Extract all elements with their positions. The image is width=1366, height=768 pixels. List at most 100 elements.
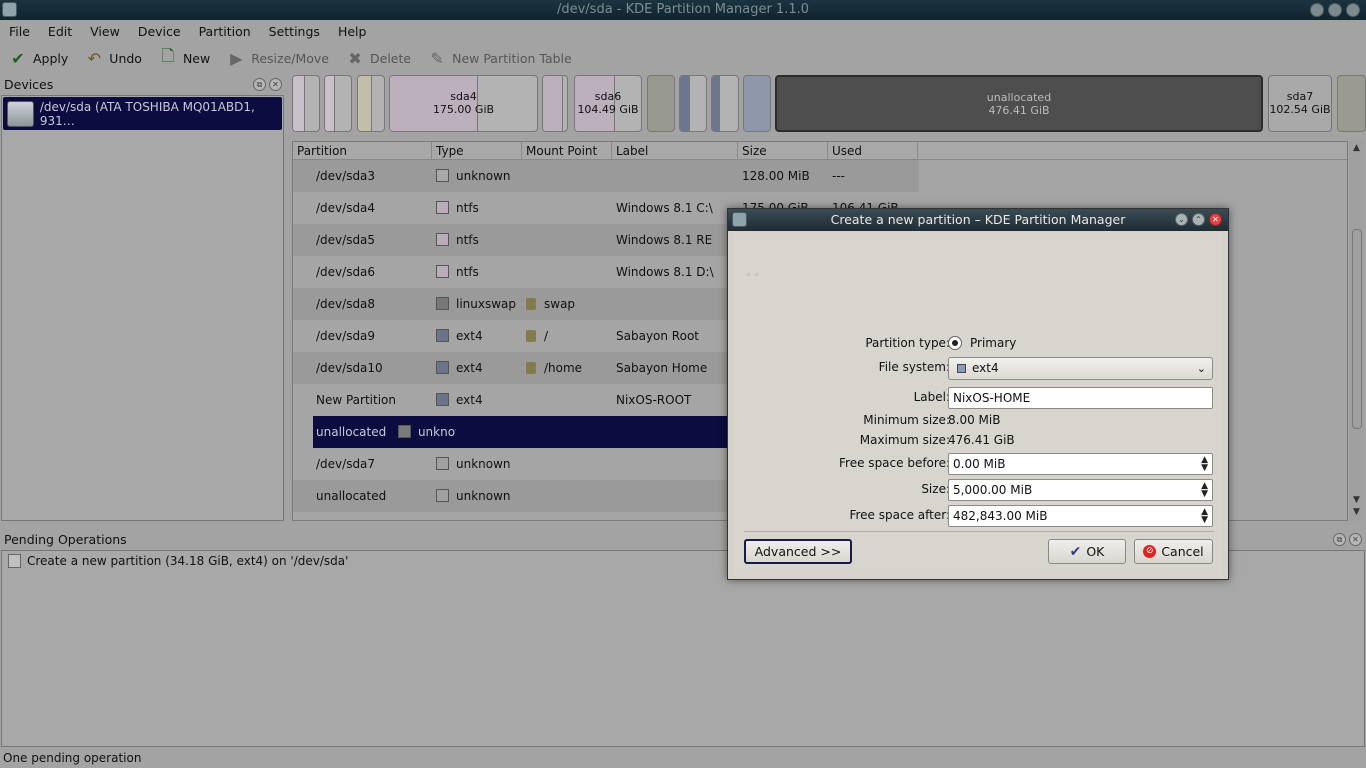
map-segment[interactable] [1337,75,1366,132]
map-segment[interactable] [711,75,739,132]
file-system-select[interactable]: ext4 ⌄ [948,357,1213,380]
maximize-button[interactable] [1328,3,1342,17]
map-segment[interactable] [679,75,707,132]
cell-partition: /dev/sda8 [316,297,376,311]
cell-label: Windows 8.1 C:\ [616,201,713,215]
float-panel-icon[interactable]: ⧉ [1333,533,1346,546]
cell-label: Sabayon Home [616,361,708,375]
menu-help[interactable]: Help [329,24,376,39]
size-spinbox[interactable]: 5,000.00 MiB ▲ ▼ [948,479,1213,501]
partition-table-icon: ✎ [430,48,444,68]
toolbar: ✔ Apply ↶ Undo 🗋 New ▶ Resize/Move ✖ Del… [0,44,580,72]
free-space-before-row: Free space before: 0.00 MiB ▲ ▼ [734,453,1222,475]
column-size[interactable]: Size [738,142,828,160]
partition-table-header: Partition Type Mount Point Label Size Us… [293,142,1347,160]
minimize-button[interactable] [1310,3,1324,17]
table-row[interactable]: /dev/sda3 unknown 128.00 MiB --- [293,160,919,192]
close-button[interactable] [1346,3,1360,17]
column-type[interactable]: Type [432,142,522,160]
free-space-after-row: Free space after: 482,843.00 MiB ▲ ▼ [734,505,1222,527]
cell-label: NixOS-ROOT [616,393,692,407]
new-button[interactable]: 🗋 New [150,45,218,71]
devices-list: /dev/sda (ATA TOSHIBA MQ01ABD1, 931… [1,95,284,521]
close-panel-icon[interactable]: ✕ [1349,533,1362,546]
spin-arrows-icon[interactable]: ▲ ▼ [1201,456,1208,473]
map-segment[interactable] [292,75,320,132]
device-item-sda[interactable]: /dev/sda (ATA TOSHIBA MQ01ABD1, 931… [3,97,282,130]
column-mount-point[interactable]: Mount Point [522,142,612,160]
primary-radio[interactable]: Primary [948,336,1016,350]
filesystem-color-icon [436,329,449,342]
cell-partition: /dev/sda9 [316,329,376,343]
hard-disk-icon [7,100,34,127]
map-segment[interactable] [647,75,675,132]
cell-type: ext4 [432,393,522,407]
dialog-titlebar: Create a new partition – KDE Partition M… [728,209,1228,231]
menu-edit[interactable]: Edit [39,24,81,39]
menu-settings[interactable]: Settings [260,24,329,39]
cell-used: --- [832,169,845,183]
map-segment[interactable] [542,75,568,132]
chevron-up-icon[interactable]: ⌃ [1192,213,1205,226]
close-icon[interactable]: ✕ [1209,213,1222,226]
app-icon[interactable] [732,212,747,227]
cell-type: ntfs [432,201,522,215]
free-space-before-spinbox[interactable]: 0.00 MiB ▲ ▼ [948,453,1213,475]
chevron-down-icon[interactable]: ⌄ [1175,213,1188,226]
cell-mount: /home [522,361,612,375]
new-document-icon: 🗋 [161,45,175,65]
filesystem-color-icon [436,201,449,214]
new-document-icon [8,554,21,568]
map-segment-sda6[interactable]: sda6 104.49 GiB [574,75,642,132]
filesystem-color-icon [436,457,449,470]
cell-mount: / [522,329,612,343]
delete-button[interactable]: ✖ Delete [337,45,419,71]
spin-arrows-icon[interactable]: ▲ ▼ [1201,508,1208,525]
table-row[interactable]: unallocated unknown [313,416,727,448]
lock-icon [526,298,536,310]
cell-size: 128.00 MiB [742,169,810,183]
delete-icon: ✖ [348,48,362,68]
map-segment-sda4[interactable]: sda4 175.00 GiB [389,75,538,132]
apply-button[interactable]: ✔ Apply [0,45,76,71]
cell-partition: unallocated [316,489,387,503]
cell-mount: swap [522,297,612,311]
partition-table-scrollbar[interactable]: ▲ ▼ ▼ [1350,141,1364,521]
cell-type: ntfs [432,265,522,279]
cell-partition: /dev/sda10 [316,361,383,375]
column-label[interactable]: Label [612,142,738,160]
undo-button[interactable]: ↶ Undo [76,45,150,71]
free-space-after-spinbox[interactable]: 482,843.00 MiB ▲ ▼ [948,505,1213,527]
close-panel-icon[interactable]: ✕ [269,78,282,91]
partition-type-row: Partition type: Primary [865,336,1017,350]
map-segment[interactable] [324,75,352,132]
menu-view[interactable]: View [81,24,129,39]
menu-partition[interactable]: Partition [190,24,260,39]
map-segment-sda7[interactable]: sda7 102.54 GiB [1268,75,1332,132]
maximum-size-value: 476.41 GiB [948,433,1015,447]
map-segment-unallocated[interactable]: unallocated 476.41 GiB [775,75,1263,132]
new-partition-table-button[interactable]: ✎ New Partition Table [419,45,580,71]
filesystem-color-icon [436,393,449,406]
menu-file[interactable]: File [0,24,39,39]
map-segment[interactable] [357,75,385,132]
map-segment[interactable] [743,75,771,132]
menu-device[interactable]: Device [129,24,190,39]
resize-move-button[interactable]: ▶ Resize/Move [218,45,337,71]
cell-type: unknown [432,169,522,183]
cancel-button[interactable]: ⊘ Cancel [1134,539,1213,564]
column-partition[interactable]: Partition [293,142,432,160]
label-input[interactable]: NixOS-HOME [948,387,1213,409]
check-icon: ✔ [1069,543,1082,560]
cell-type: linuxswap [432,297,522,311]
status-bar: One pending operation [3,751,142,765]
filesystem-color-icon [436,297,449,310]
app-icon[interactable] [2,2,17,17]
spin-arrows-icon[interactable]: ▲ ▼ [1201,482,1208,499]
advanced-button[interactable]: Advanced >> [744,539,852,564]
column-used[interactable]: Used [828,142,918,160]
cancel-icon: ⊘ [1143,545,1157,558]
ok-button[interactable]: ✔ OK [1048,539,1126,564]
float-panel-icon[interactable]: ⧉ [253,78,266,91]
cell-type: unknown [432,457,522,471]
